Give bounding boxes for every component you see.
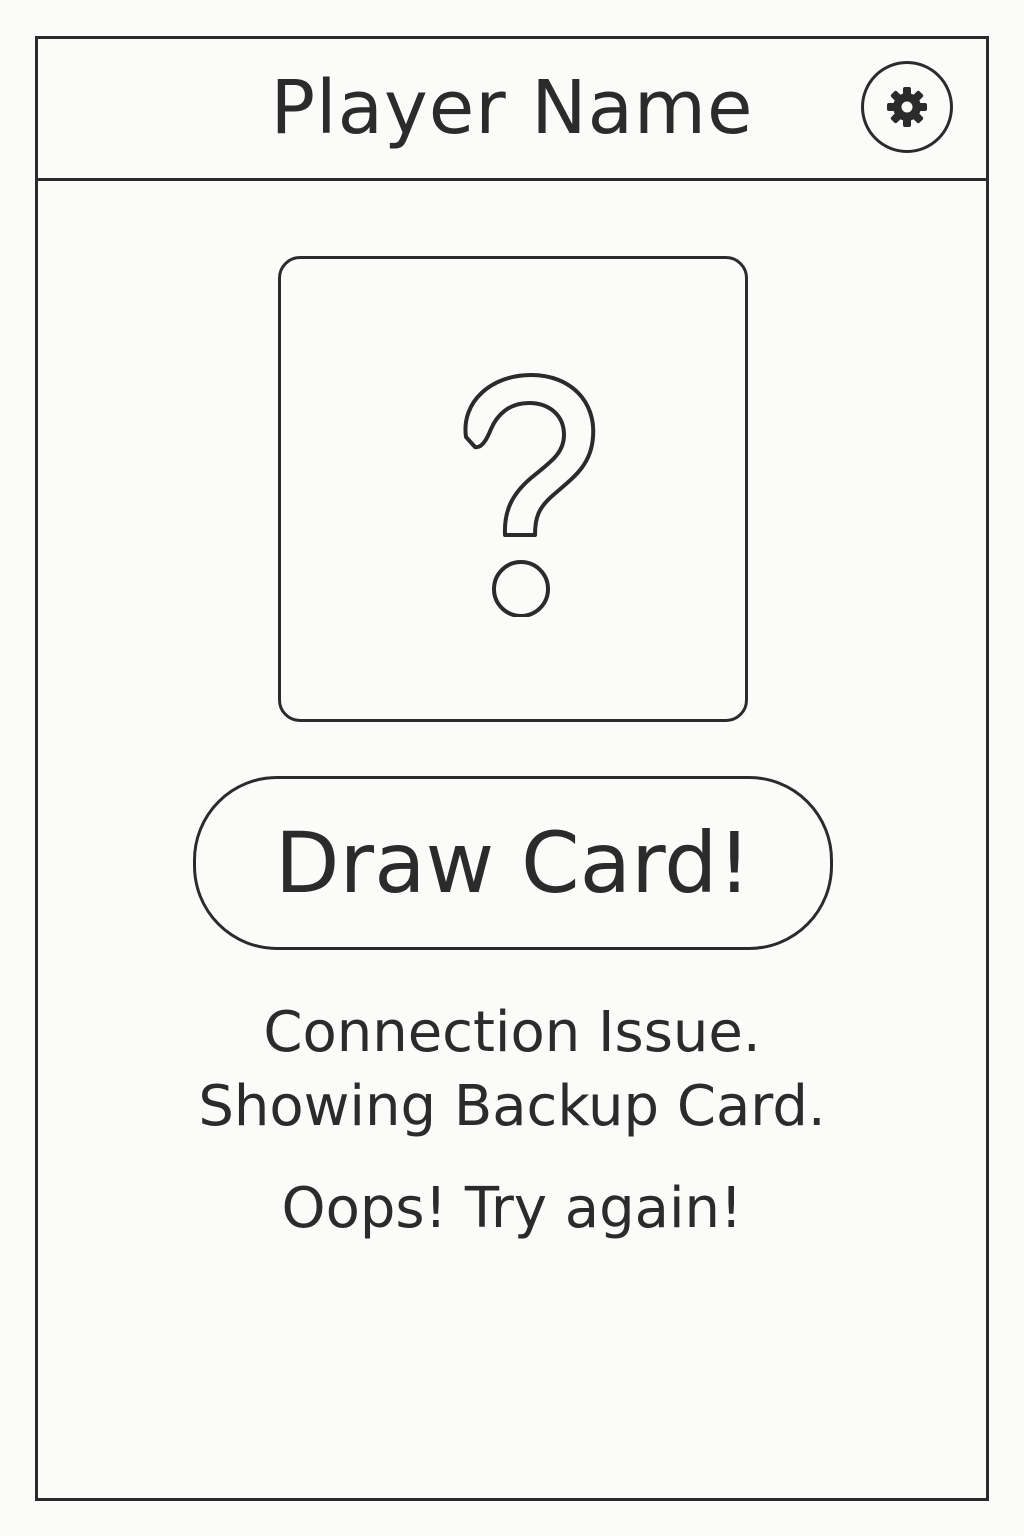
settings-button[interactable] <box>861 61 953 153</box>
status-retry-message: Oops! Try again! <box>281 1176 743 1241</box>
question-mark-icon <box>463 373 596 617</box>
draw-card-button[interactable]: Draw Card! <box>193 776 833 950</box>
card-placeholder <box>278 256 748 722</box>
status-backup-card: Showing Backup Card. <box>198 1074 826 1139</box>
status-connection-issue: Connection Issue. <box>263 1000 761 1065</box>
gear-icon <box>887 87 927 127</box>
app-frame: Player Name Draw Card! Connection Issue.… <box>35 36 989 1501</box>
header-bar: Player Name <box>38 39 986 181</box>
player-name-title: Player Name <box>270 65 754 151</box>
